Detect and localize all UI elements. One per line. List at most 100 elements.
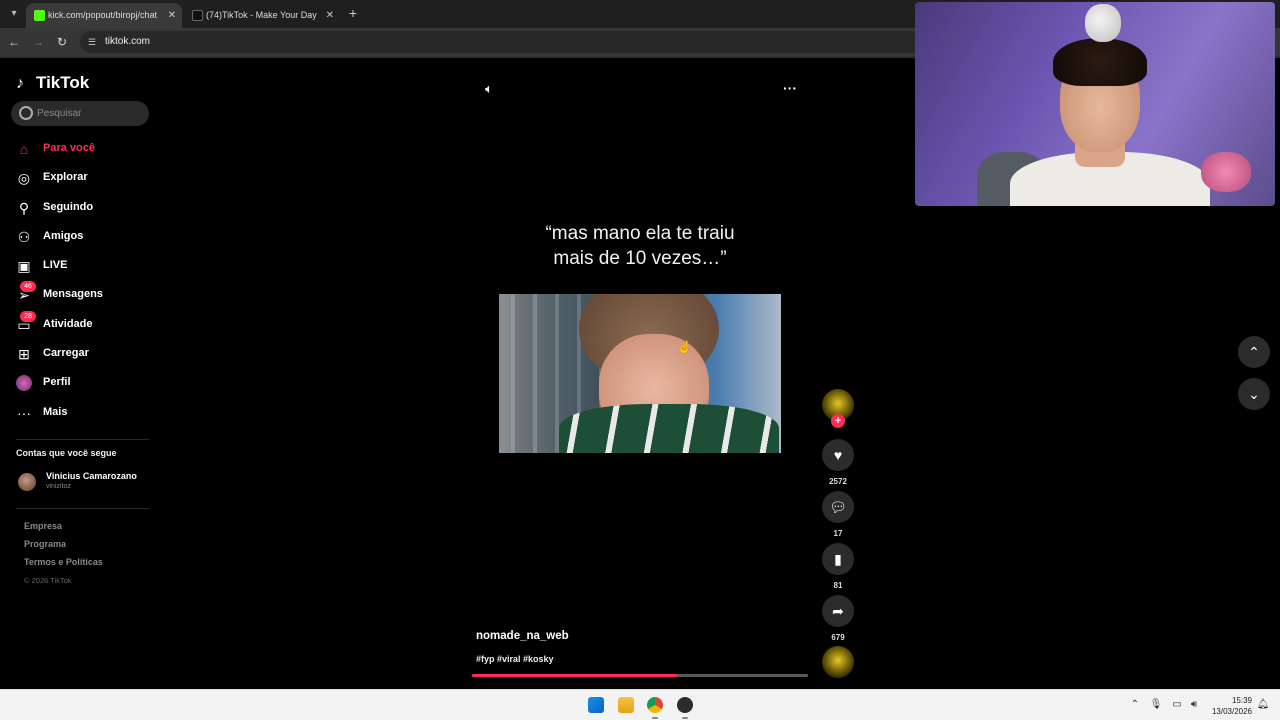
profile-avatar xyxy=(16,375,32,392)
tiktok-favicon-icon xyxy=(192,10,203,21)
compass-icon: ◎ xyxy=(17,170,31,187)
video-frame[interactable]: ☝ xyxy=(499,294,781,453)
webcam-plush xyxy=(1201,152,1251,192)
search-input[interactable] xyxy=(37,101,142,126)
close-tab-icon[interactable]: ✕ xyxy=(168,3,176,28)
avatar xyxy=(18,473,36,491)
like-count: 2572 xyxy=(829,477,847,486)
friends-icon: ⚇ xyxy=(17,228,31,245)
windows-start-icon[interactable] xyxy=(588,697,604,713)
network-icon[interactable]: ▭ xyxy=(1170,698,1184,712)
webcam-overlay xyxy=(915,2,1275,206)
running-indicator xyxy=(652,717,658,719)
footer-link-termos[interactable]: Termos e Políticas xyxy=(24,556,103,574)
sidebar-item-mensagens[interactable]: ➢ 46 Mensagens xyxy=(0,280,160,309)
microphone-icon[interactable]: 🎙︎ xyxy=(1149,698,1163,712)
video-progress-bar[interactable] xyxy=(472,674,808,677)
sidebar-item-mais[interactable]: ··· Mais xyxy=(0,398,160,427)
heart-icon: ♥ xyxy=(833,447,843,463)
sidebar-divider xyxy=(16,508,149,509)
tab-title: kick.com/popout/biropj/chat xyxy=(48,10,158,20)
share-button[interactable]: ➦ xyxy=(822,595,854,627)
sidebar-footer: Empresa Programa Termos e Políticas © 20… xyxy=(24,520,103,592)
browser-tab-tiktok[interactable]: (74)TikTok - Make Your Day ✕ xyxy=(184,3,340,28)
obs-icon[interactable] xyxy=(677,697,693,713)
video-caption: “mas mano ela te traiu mais de 10 vezes…… xyxy=(520,221,760,271)
webcam-toy xyxy=(1085,4,1121,42)
sidebar-item-label: Amigos xyxy=(43,229,84,242)
more-icon: ··· xyxy=(17,404,31,421)
back-icon[interactable]: ← xyxy=(6,34,22,50)
volume-icon[interactable]: 🔈︎ xyxy=(482,82,496,96)
following-account[interactable]: Vinicius Camarozano vinizitoz xyxy=(16,470,156,494)
chrome-icon[interactable] xyxy=(647,697,663,713)
sidebar-divider xyxy=(16,439,149,440)
tab-search-icon[interactable]: ▾ xyxy=(6,6,22,22)
tiktok-logo[interactable]: ♪ TikTok xyxy=(16,72,89,94)
sidebar-item-label: Carregar xyxy=(43,347,89,360)
sidebar-item-explorar[interactable]: ◎ Explorar xyxy=(0,163,160,192)
tray-chevron-up-icon[interactable]: ⌃ xyxy=(1128,698,1142,712)
live-icon: ▣ xyxy=(17,258,31,275)
sidebar-nav: ⌂ Para você ◎ Explorar ⚲ Seguindo ⚇ Amig… xyxy=(0,134,160,427)
comment-button[interactable]: 💬︎ xyxy=(822,491,854,523)
mouse-cursor-icon: ☝ xyxy=(677,340,692,354)
chevron-up-icon: ⌃ xyxy=(1248,344,1260,360)
reload-icon[interactable]: ↻ xyxy=(54,34,70,50)
sidebar-item-amigos[interactable]: ⚇ Amigos xyxy=(0,222,160,251)
forward-icon[interactable]: → xyxy=(30,34,46,50)
account-name: Vinicius Camarozano xyxy=(46,471,137,481)
sidebar-item-atividade[interactable]: ▭ 28 Atividade xyxy=(0,310,160,339)
clock-date: 13/03/2026 xyxy=(1211,707,1252,716)
previous-video-button[interactable]: ⌃ xyxy=(1238,336,1270,368)
site-info-icon[interactable]: ☰ xyxy=(88,36,100,48)
sidebar-item-label: Mais xyxy=(43,405,68,418)
sidebar-item-label: Seguindo xyxy=(43,200,94,213)
activity-badge: 28 xyxy=(20,310,36,322)
sidebar-item-label: LIVE xyxy=(43,259,68,272)
next-video-button[interactable]: ⌄ xyxy=(1238,378,1270,410)
new-tab-icon[interactable]: + xyxy=(346,6,360,20)
account-username: vinizitoz xyxy=(46,483,71,490)
footer-link-empresa[interactable]: Empresa xyxy=(24,520,103,538)
save-button[interactable]: ▮ xyxy=(822,543,854,575)
video-progress-fill xyxy=(472,674,677,677)
search-box xyxy=(11,101,149,126)
sidebar-item-label: Perfil xyxy=(43,376,71,389)
sidebar-item-label: Mensagens xyxy=(43,288,103,301)
clock-time: 15:39 xyxy=(1231,696,1252,705)
footer-link-programa[interactable]: Programa xyxy=(24,538,103,556)
music-disc-icon[interactable] xyxy=(822,646,854,678)
like-button[interactable]: ♥ xyxy=(822,439,854,471)
search-icon xyxy=(19,106,33,120)
sidebar-item-label: Explorar xyxy=(43,171,88,184)
notification-icon[interactable]: 🔔︎ xyxy=(1256,698,1270,712)
sidebar-item-para-voce[interactable]: ⌂ Para você xyxy=(0,134,160,163)
screen: ▾ kick.com/popout/biropj/chat ✕ (74)TikT… xyxy=(0,0,1280,720)
video-hashtags[interactable]: #fyp #viral #kosky xyxy=(476,654,554,664)
follow-plus-icon[interactable]: + xyxy=(831,414,845,428)
speaker-icon[interactable]: 🔊︎ xyxy=(1187,698,1201,712)
running-indicator xyxy=(682,717,688,719)
taskbar-clock[interactable]: 15:39 13/03/2026 xyxy=(1204,695,1252,717)
video-more-options-icon[interactable]: ··· xyxy=(780,81,800,95)
comment-icon: 💬︎ xyxy=(829,499,847,515)
video-person-shirt xyxy=(559,404,779,453)
kick-favicon-icon xyxy=(34,10,45,21)
sidebar-item-live[interactable]: ▣ LIVE xyxy=(0,251,160,280)
home-icon: ⌂ xyxy=(19,141,29,157)
sidebar-item-seguindo[interactable]: ⚲ Seguindo xyxy=(0,193,160,222)
following-section-title: Contas que você segue xyxy=(16,448,117,458)
sidebar-item-label: Atividade xyxy=(43,317,93,330)
file-explorer-icon[interactable] xyxy=(618,697,634,713)
browser-tab-kick[interactable]: kick.com/popout/biropj/chat ✕ xyxy=(26,3,182,28)
sidebar-item-carregar[interactable]: ⊞ Carregar xyxy=(0,339,160,368)
tab-title: (74)TikTok - Make Your Day xyxy=(206,10,317,20)
tiktok-note-icon: ♪ xyxy=(16,75,24,92)
comment-count: 17 xyxy=(833,529,843,538)
close-tab-icon[interactable]: ✕ xyxy=(326,3,334,28)
video-author[interactable]: nomade_na_web xyxy=(476,630,569,642)
logo-text: TikTok xyxy=(36,73,90,92)
sidebar-item-perfil[interactable]: Perfil xyxy=(0,368,160,397)
webcam-person-hair xyxy=(1053,38,1147,86)
